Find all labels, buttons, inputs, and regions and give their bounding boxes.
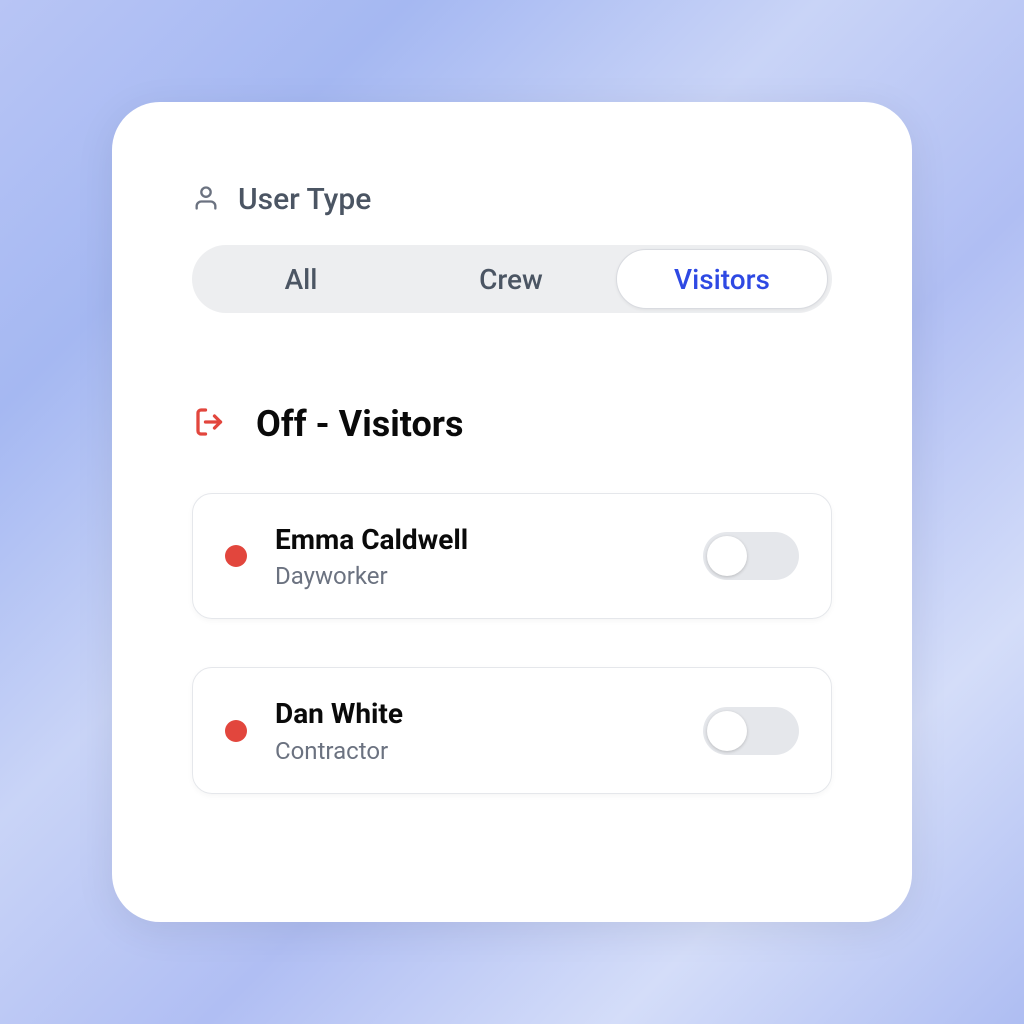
person-info: Emma Caldwell Dayworker [275,522,703,590]
person-info: Dan White Contractor [275,696,703,764]
person-name: Emma Caldwell [275,522,703,558]
tab-all[interactable]: All [196,249,406,309]
person-role: Contractor [275,737,703,765]
tab-visitors[interactable]: Visitors [616,249,828,309]
section-header: User Type [192,182,832,217]
logout-icon [192,404,228,444]
list-header: Off - Visitors [192,403,832,445]
visitor-list: Emma Caldwell Dayworker Dan White Contra… [192,493,832,794]
person-role: Dayworker [275,562,703,590]
presence-toggle[interactable] [703,532,799,580]
tab-crew[interactable]: Crew [406,249,616,309]
segmented-control: All Crew Visitors [192,245,832,313]
list-item: Emma Caldwell Dayworker [192,493,832,619]
section-title: User Type [238,182,371,217]
user-icon [192,184,220,216]
card-panel: User Type All Crew Visitors Off - Visito… [112,102,912,922]
list-item: Dan White Contractor [192,667,832,793]
tab-label: Crew [479,263,543,296]
status-dot-icon [225,545,247,567]
toggle-knob-icon [707,711,747,751]
tab-label: All [285,263,318,296]
tab-label: Visitors [674,263,770,296]
person-name: Dan White [275,696,703,732]
list-title: Off - Visitors [256,403,463,445]
status-dot-icon [225,720,247,742]
presence-toggle[interactable] [703,707,799,755]
toggle-knob-icon [707,536,747,576]
